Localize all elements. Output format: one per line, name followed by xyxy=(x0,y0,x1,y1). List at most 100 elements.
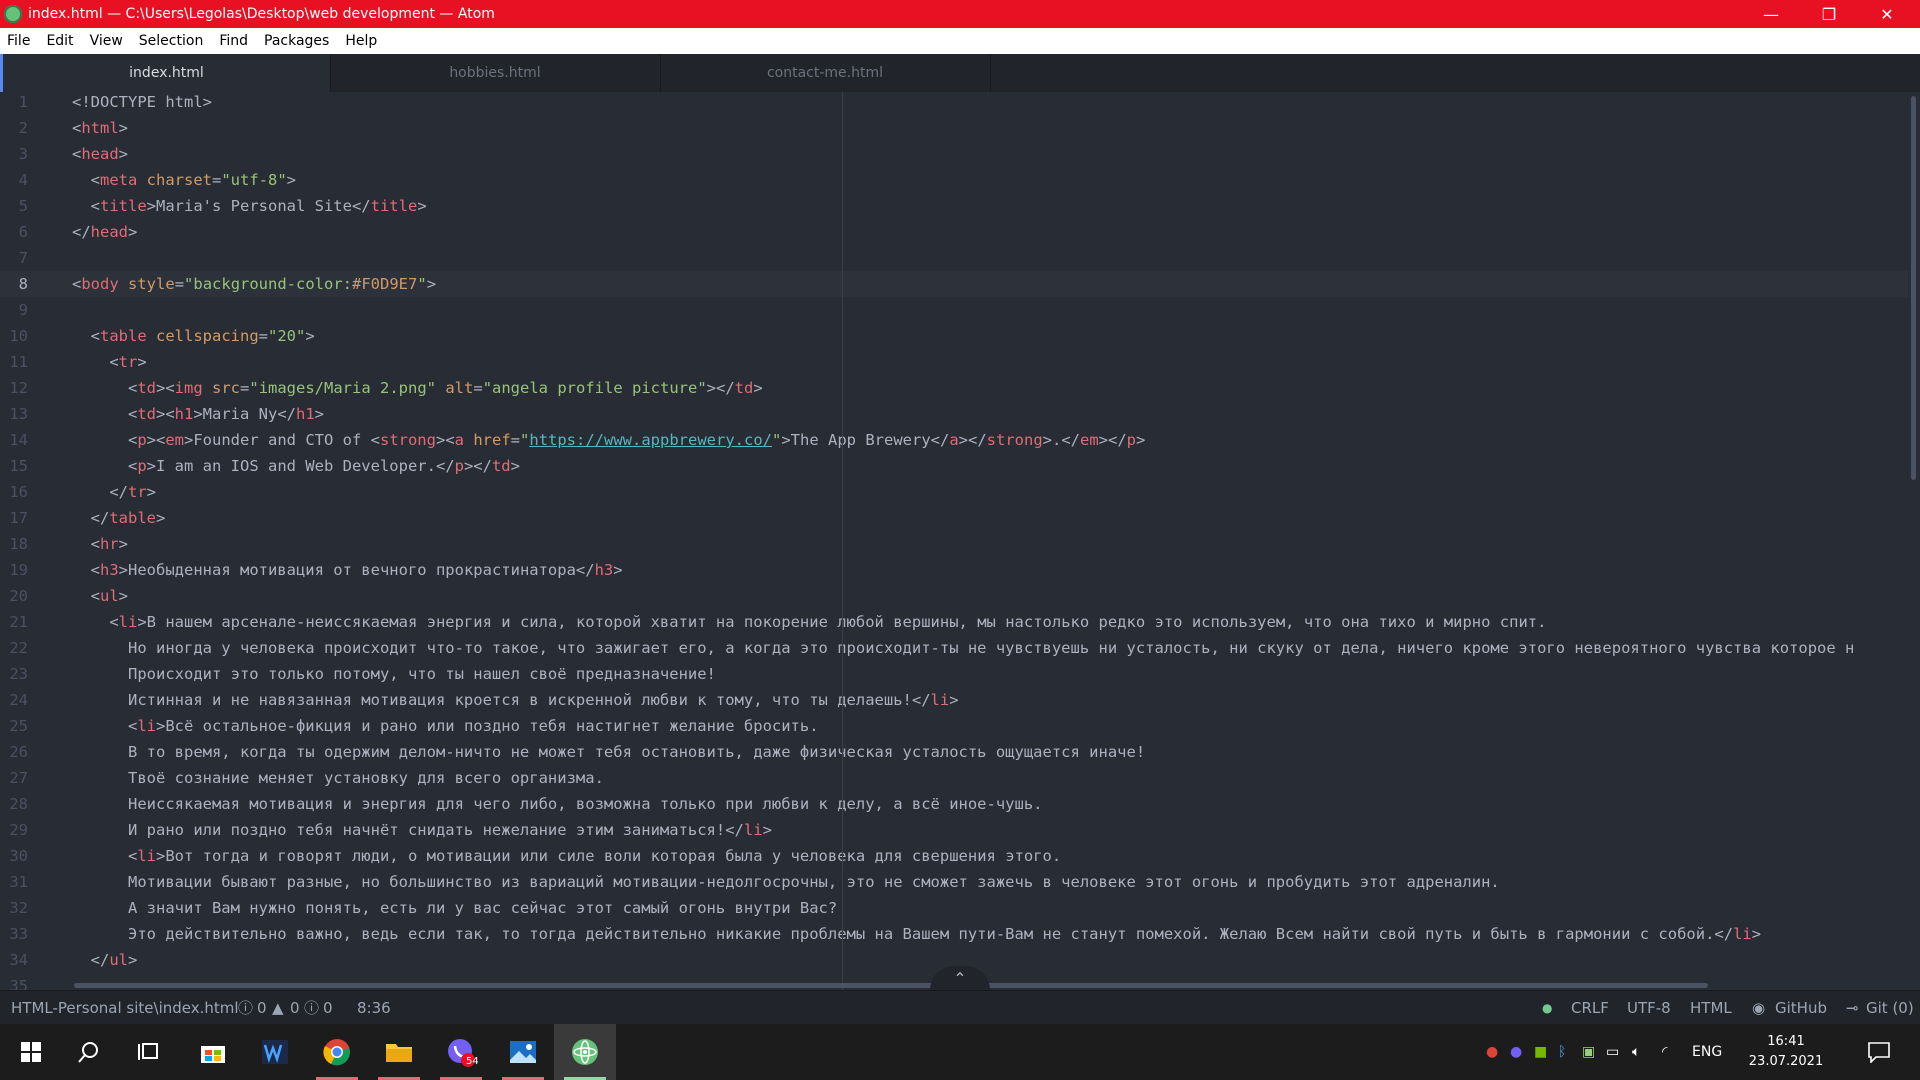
status-warnings[interactable]: 0 xyxy=(290,991,300,1025)
code-line[interactable]: 16 </tr> xyxy=(0,479,1908,505)
status-cursor-position[interactable]: 8:36 xyxy=(357,991,391,1025)
line-number[interactable]: 5 xyxy=(0,193,28,219)
code-line[interactable]: 21 <li>В нашем арсенале-неиссякаемая эне… xyxy=(0,609,1908,635)
line-number[interactable]: 7 xyxy=(0,245,28,271)
winamp-icon[interactable] xyxy=(244,1024,306,1080)
code-line[interactable]: 23 Происходит это только потому, что ты … xyxy=(0,661,1908,687)
code-line[interactable]: 19 <h3>Необыденная мотивация от вечного … xyxy=(0,557,1908,583)
code-line[interactable]: 4 <meta charset="utf-8"> xyxy=(0,167,1908,193)
windows-start-icon[interactable] xyxy=(0,1024,62,1080)
line-number[interactable]: 4 xyxy=(0,167,28,193)
volume-icon[interactable]: 🔈︎ xyxy=(1632,1044,1662,1060)
line-number[interactable]: 28 xyxy=(0,791,28,817)
code-line[interactable]: 25 <li>Всё остальное-фикция и рано или п… xyxy=(0,713,1908,739)
menu-edit[interactable]: Edit xyxy=(38,33,81,49)
status-encoding[interactable]: UTF-8 xyxy=(1627,991,1671,1025)
code-line[interactable]: 7 xyxy=(0,245,1908,271)
line-number[interactable]: 3 xyxy=(0,141,28,167)
close-button[interactable]: ✕ xyxy=(1858,0,1916,28)
line-number[interactable]: 35 xyxy=(0,973,28,990)
line-number[interactable]: 21 xyxy=(0,609,28,635)
tab-contact-me-html[interactable]: contact-me.html xyxy=(660,54,991,92)
line-number[interactable]: 24 xyxy=(0,687,28,713)
code-line[interactable]: 11 <tr> xyxy=(0,349,1908,375)
photos-icon[interactable] xyxy=(492,1024,554,1080)
line-number[interactable]: 19 xyxy=(0,557,28,583)
line-number[interactable]: 1 xyxy=(0,92,28,115)
status-line-ending[interactable]: CRLF xyxy=(1571,991,1609,1025)
code-line[interactable]: 30 <li>Вот тогда и говорят люди, о мотив… xyxy=(0,843,1908,869)
line-number[interactable]: 26 xyxy=(0,739,28,765)
tab-hobbies-html[interactable]: hobbies.html xyxy=(330,54,661,92)
line-number[interactable]: 34 xyxy=(0,947,28,973)
line-number[interactable]: 29 xyxy=(0,817,28,843)
line-number[interactable]: 14 xyxy=(0,427,28,453)
code-line[interactable]: 27 Твоё сознание меняет установку для вс… xyxy=(0,765,1908,791)
line-number[interactable]: 9 xyxy=(0,297,28,323)
chrome-tray-icon[interactable]: ● xyxy=(1486,1044,1510,1060)
code-line[interactable]: 15 <p>I am an IOS and Web Developer.</p>… xyxy=(0,453,1908,479)
code-line[interactable]: 14 <p><em>Founder and CTO of <strong><a … xyxy=(0,427,1908,453)
clock[interactable]: 16:41 23.07.2021 xyxy=(1746,1032,1826,1072)
nvidia-tray-icon[interactable]: ■ xyxy=(1534,1044,1558,1060)
bluetooth-icon[interactable]: ᛒ xyxy=(1558,1044,1582,1060)
line-number[interactable]: 33 xyxy=(0,921,28,947)
network-adapter-icon[interactable]: ▣ xyxy=(1582,1044,1606,1060)
code-line[interactable]: 12 <td><img src="images/Maria 2.png" alt… xyxy=(0,375,1908,401)
chrome-icon[interactable] xyxy=(306,1024,368,1080)
code-line[interactable]: 9 xyxy=(0,297,1908,323)
battery-icon[interactable]: ▭ xyxy=(1606,1044,1632,1060)
language-indicator[interactable]: ENG xyxy=(1692,1044,1746,1060)
wifi-icon[interactable]: ◜ xyxy=(1662,1044,1692,1060)
code-line[interactable]: 32 А значит Вам нужно понять, есть ли у … xyxy=(0,895,1908,921)
code-line[interactable]: 24 Истинная и не навязанная мотивация кр… xyxy=(0,687,1908,713)
vertical-scrollbar[interactable] xyxy=(1911,96,1916,480)
notification-icon[interactable] xyxy=(1848,1024,1910,1080)
status-file-path[interactable]: HTML-Personal site\index.html xyxy=(11,991,239,1025)
menu-packages[interactable]: Packages xyxy=(256,33,337,49)
code-line[interactable]: 8 <body style="background-color:#F0D9E7"> xyxy=(0,271,1908,297)
menu-find[interactable]: Find xyxy=(211,33,256,49)
line-number[interactable]: 16 xyxy=(0,479,28,505)
code-line[interactable]: 6 </head> xyxy=(0,219,1908,245)
menu-view[interactable]: View xyxy=(82,33,131,49)
search-icon[interactable] xyxy=(58,1024,120,1080)
line-number[interactable]: 30 xyxy=(0,843,28,869)
line-number[interactable]: 20 xyxy=(0,583,28,609)
line-number[interactable]: 13 xyxy=(0,401,28,427)
menu-file[interactable]: File xyxy=(0,33,38,49)
line-number[interactable]: 15 xyxy=(0,453,28,479)
line-number[interactable]: 10 xyxy=(0,323,28,349)
line-number[interactable]: 22 xyxy=(0,635,28,661)
code-line[interactable]: 29 И рано или поздно тебя начнёт снидать… xyxy=(0,817,1908,843)
line-number[interactable]: 8 xyxy=(0,271,28,297)
maximize-button[interactable]: ❐ xyxy=(1800,0,1858,28)
task-view-icon[interactable] xyxy=(118,1024,180,1080)
horizontal-scrollbar[interactable] xyxy=(74,983,1708,988)
line-number[interactable]: 23 xyxy=(0,661,28,687)
status-github[interactable]: GitHub xyxy=(1775,991,1827,1025)
status-git[interactable]: Git (0) xyxy=(1866,991,1914,1025)
status-grammar[interactable]: HTML xyxy=(1690,991,1732,1025)
minimize-button[interactable]: — xyxy=(1742,0,1800,28)
line-number[interactable]: 17 xyxy=(0,505,28,531)
line-number[interactable]: 31 xyxy=(0,869,28,895)
code-line[interactable]: 22 Но иногда у человека происходит что-т… xyxy=(0,635,1908,661)
code-line[interactable]: 13 <td><h1>Maria Ny</h1> xyxy=(0,401,1908,427)
code-line[interactable]: 20 <ul> xyxy=(0,583,1908,609)
code-line[interactable]: 17 </table> xyxy=(0,505,1908,531)
line-number[interactable]: 2 xyxy=(0,115,28,141)
code-editor[interactable]: 35 34 </ul> 33 Это действительно важно, ве… xyxy=(0,92,1920,990)
menu-help[interactable]: Help xyxy=(337,33,385,49)
line-number[interactable]: 18 xyxy=(0,531,28,557)
status-errors[interactable]: 0 xyxy=(257,991,267,1025)
tab-index-html[interactable]: index.html xyxy=(0,54,331,92)
line-number[interactable]: 32 xyxy=(0,895,28,921)
code-line[interactable]: 1 <!DOCTYPE html> xyxy=(0,92,1908,115)
line-number[interactable]: 6 xyxy=(0,219,28,245)
menu-selection[interactable]: Selection xyxy=(131,33,212,49)
code-line[interactable]: 31 Мотивации бывают разные, но большинст… xyxy=(0,869,1908,895)
code-line[interactable]: 5 <title>Maria's Personal Site</title> xyxy=(0,193,1908,219)
code-line[interactable]: 2 <html> xyxy=(0,115,1908,141)
viber-icon[interactable]: 54 xyxy=(430,1024,492,1080)
